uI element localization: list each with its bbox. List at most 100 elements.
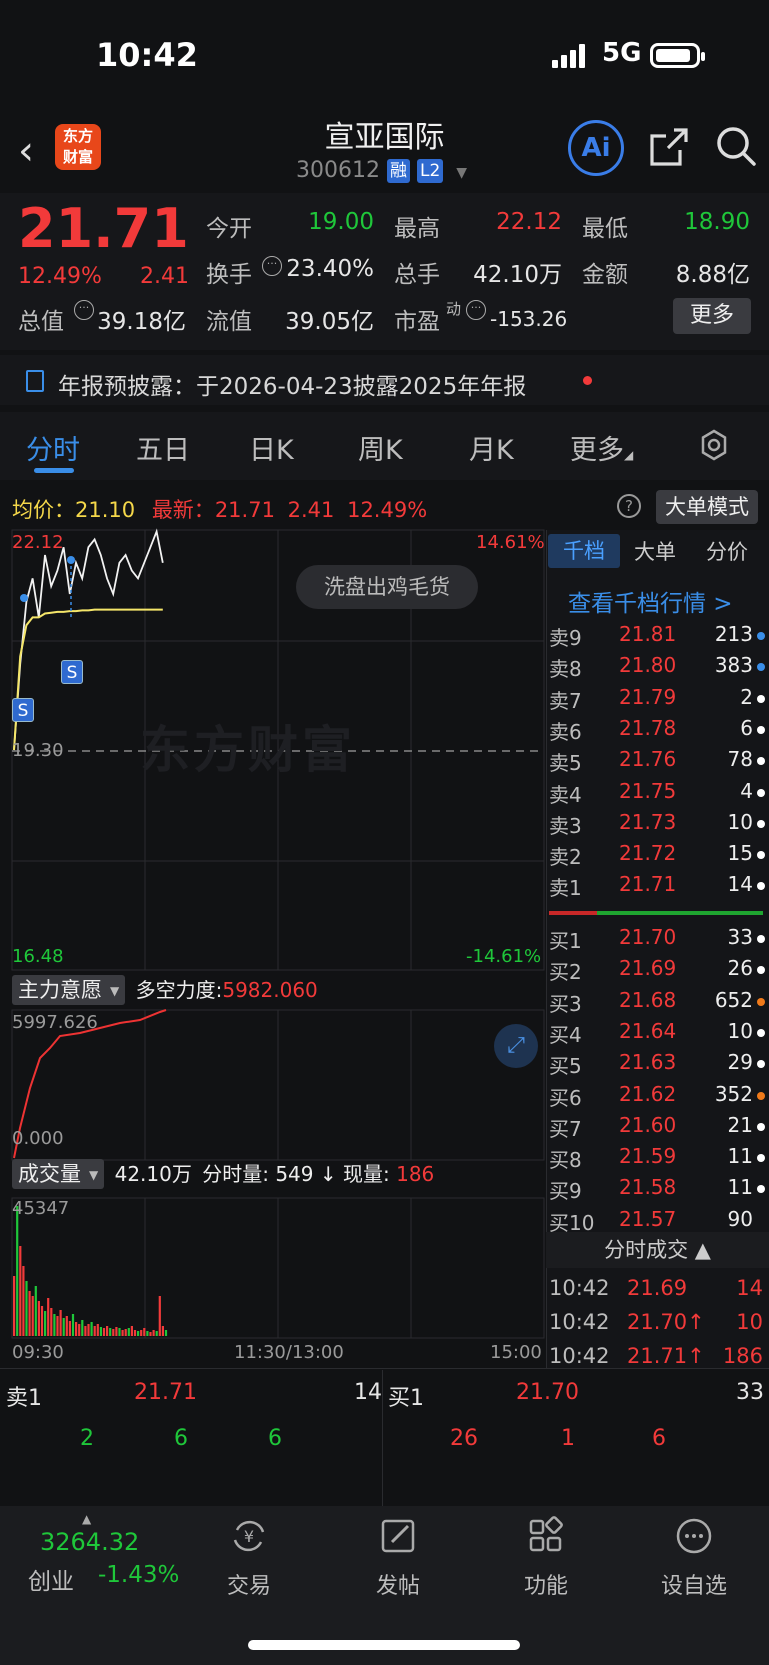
sell-signal-badge[interactable]: S — [12, 698, 34, 722]
bid-row[interactable]: 买4 21.64 10 — [549, 1019, 765, 1049]
tab-big-orders[interactable]: 大单 — [634, 536, 676, 566]
bid-price: 21.62 — [619, 1081, 677, 1106]
tab-weekly-k[interactable]: 周K — [358, 428, 403, 467]
nav-functions-label: 功能 — [523, 1574, 568, 1599]
ai-button[interactable]: Ai — [568, 120, 624, 176]
info-dots-icon[interactable]: ··· — [466, 300, 486, 320]
big-order-mode-button[interactable]: 大单模式 — [656, 490, 758, 524]
bid-row[interactable]: 买1 21.70 33 — [549, 925, 765, 955]
pct-axis-bottom: -14.61% — [466, 946, 542, 967]
bid-price: 21.70 — [619, 925, 677, 949]
ask-row[interactable]: 卖1 21.71 14 — [549, 872, 765, 902]
stock-code-row[interactable]: 300612 融 L2 ▼ — [296, 158, 467, 183]
ask-level: 卖1 — [549, 876, 582, 901]
tab-intraday[interactable]: 分时 — [26, 428, 80, 467]
volume-bar — [56, 1316, 59, 1336]
ask-row[interactable]: 卖7 21.79 2 — [549, 685, 765, 715]
bid-row[interactable]: 买6 21.62 352 — [549, 1082, 765, 1112]
bid-price: 21.59 — [619, 1144, 677, 1169]
expand-icon[interactable]: ⤢ — [494, 1024, 538, 1068]
tick-time: 10:42 — [549, 1276, 610, 1300]
volume-label: 总手 — [394, 262, 440, 288]
bid-row[interactable]: 买3 21.68 652 — [549, 988, 765, 1018]
volume-bar — [62, 1318, 65, 1336]
help-icon[interactable]: ? — [617, 494, 641, 518]
last-price: 21.71 — [18, 197, 189, 260]
index-value[interactable]: 3264.32 — [40, 1528, 139, 1556]
share-icon[interactable] — [648, 126, 690, 168]
ask-row[interactable]: 卖5 21.76 78 — [549, 747, 765, 777]
tick-volume: 186 — [722, 1344, 763, 1368]
volume-dropdown[interactable]: 成交量 ▼ — [12, 1159, 105, 1189]
ticks-header[interactable]: 分时成交 ▲ — [546, 1232, 769, 1268]
bid-row[interactable]: 买7 21.60 21 — [549, 1113, 765, 1143]
volume-y-top: 45347 — [12, 1198, 70, 1219]
volume-bar — [115, 1327, 118, 1336]
nav-post-label: 发帖 — [375, 1574, 420, 1599]
ask-volume: 78 — [727, 747, 753, 772]
nav-post[interactable]: 发帖 — [338, 1516, 458, 1600]
volume-bar — [127, 1328, 130, 1336]
volume-total: 42.10万 — [114, 1162, 192, 1186]
view-levels-link[interactable]: 查看千档行情 > — [568, 584, 733, 618]
volume-bar — [87, 1324, 90, 1336]
tab-more-label: 更多 — [570, 435, 624, 466]
ask-level: 卖2 — [549, 845, 582, 870]
bq-buy-price: 21.70 — [516, 1380, 579, 1405]
volume-bar — [106, 1326, 109, 1336]
index-name[interactable]: 创业 — [28, 1562, 74, 1596]
ask-row[interactable]: 卖2 21.72 15 — [549, 841, 765, 871]
bid-row[interactable]: 买9 21.58 11 — [549, 1175, 765, 1205]
bid-row[interactable]: 买5 21.63 29 — [549, 1050, 765, 1080]
bq-sell-vol: 14 — [354, 1380, 382, 1405]
order-dot — [757, 788, 765, 797]
ask-row[interactable]: 卖6 21.78 6 — [549, 716, 765, 746]
intraday-chart[interactable] — [0, 528, 546, 1368]
volume-bar — [155, 1331, 158, 1336]
search-icon[interactable] — [714, 124, 758, 168]
tab-thousand-levels[interactable]: 千档 — [548, 534, 620, 568]
bid-level: 买9 — [549, 1179, 582, 1204]
divider — [382, 1370, 383, 1506]
chevron-up-icon[interactable]: ▲ — [82, 1512, 91, 1526]
ask-level: 卖3 — [549, 813, 582, 838]
volume-bar — [84, 1326, 87, 1336]
edit-icon — [381, 1519, 415, 1553]
info-dots-icon[interactable]: ··· — [262, 256, 282, 276]
main-force-dropdown-label: 主力意愿 — [18, 978, 102, 1002]
amount-value: 8.88亿 — [675, 262, 750, 288]
gear-icon[interactable] — [697, 428, 731, 462]
bid-row[interactable]: 买2 21.69 26 — [549, 956, 765, 986]
force-y-top: 5997.626 — [12, 1012, 98, 1033]
sell-signal-badge[interactable]: S — [61, 660, 83, 684]
ask-volume: 10 — [727, 809, 753, 834]
tab-price-dist[interactable]: 分价 — [706, 536, 748, 566]
nav-watchlist[interactable]: 设自选 — [634, 1516, 754, 1600]
ask-row[interactable]: 卖9 21.81 213 — [549, 622, 765, 652]
ask-row[interactable]: 卖3 21.73 10 — [549, 810, 765, 840]
bq-sell-price: 21.71 — [134, 1380, 197, 1405]
sell-queue-item: 6 — [268, 1426, 282, 1451]
volume-bar — [71, 1314, 75, 1336]
bid-volume: 90 — [727, 1206, 753, 1231]
order-dot — [757, 851, 765, 860]
index-pct[interactable]: -1.43% — [98, 1562, 179, 1588]
tab-five-day[interactable]: 五日 — [136, 428, 190, 467]
ask-row[interactable]: 卖4 21.75 4 — [549, 779, 765, 809]
force-value: 5982.060 — [222, 978, 318, 1002]
tab-daily-k[interactable]: 日K — [249, 428, 294, 467]
ask-row[interactable]: 卖8 21.80 383 — [549, 653, 765, 683]
mktcap-label: 总值 — [18, 309, 64, 335]
bid-row[interactable]: 买8 21.59 11 — [549, 1144, 765, 1174]
main-force-dropdown[interactable]: 主力意愿 ▼ — [12, 975, 126, 1005]
notice-text[interactable]: 年报预披露：于2026-04-23披露2025年年报 — [58, 367, 526, 401]
hint-pill[interactable]: 洗盘出鸡毛货 — [296, 565, 478, 609]
nav-trade[interactable]: ¥ 交易 — [189, 1516, 309, 1600]
chart-grid — [11, 529, 545, 1339]
pe-value: -153.26 — [490, 307, 568, 331]
nav-functions[interactable]: 功能 — [486, 1516, 606, 1600]
turnover-value: 23.40% — [286, 256, 374, 282]
more-quote-button[interactable]: 更多 — [673, 298, 751, 334]
tab-monthly-k[interactable]: 月K — [469, 428, 514, 467]
tab-more[interactable]: 更多◢ — [570, 428, 633, 467]
